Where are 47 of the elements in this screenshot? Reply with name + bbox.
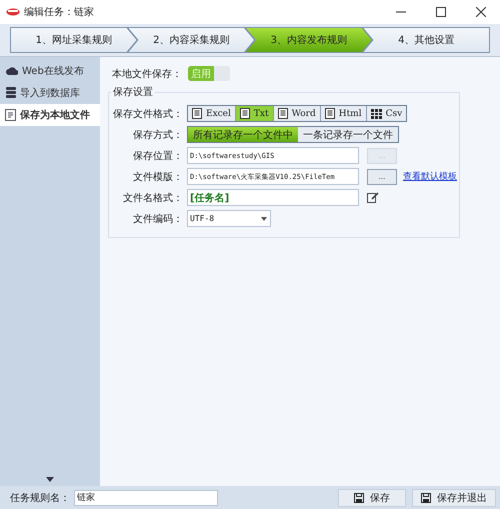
grid-icon	[370, 108, 382, 118]
format-option[interactable]: Word	[274, 106, 321, 121]
mode-option[interactable]: 一条记录存一个文件	[298, 127, 398, 142]
browse-button[interactable]: ...	[367, 168, 397, 184]
default-template-link[interactable]: 查看默认模板	[403, 170, 457, 183]
step-tab[interactable]: 1、网址采集规则	[11, 28, 136, 52]
field-label: 文件名格式：	[122, 192, 183, 204]
document-icon	[324, 108, 335, 119]
sidebar-item[interactable]: Web在线发布	[0, 60, 100, 82]
database-icon	[6, 87, 16, 99]
document-icon	[240, 108, 250, 119]
document-icon	[192, 108, 202, 119]
sidebar-item[interactable]: 保存为本地文件	[0, 104, 100, 126]
edit-icon[interactable]	[367, 192, 379, 203]
caret-icon	[261, 216, 267, 220]
field-label: 任务规则名：	[10, 492, 70, 504]
encoding-dropdown[interactable]: UTF-8	[187, 210, 271, 227]
cloud-icon	[6, 66, 18, 76]
format-option[interactable]: Csv	[366, 106, 406, 121]
floppy-icon	[354, 492, 364, 502]
format-option[interactable]: Excel	[188, 106, 236, 121]
window-title: 编辑任务：链家	[24, 6, 94, 19]
input-field[interactable]: [任务名]	[187, 189, 359, 206]
document-icon	[278, 108, 288, 119]
app-icon	[6, 7, 20, 17]
field-label: 文件模版：	[132, 170, 183, 184]
file-icon	[5, 109, 16, 121]
save-button[interactable]: 保存并退出	[412, 488, 496, 506]
input-field[interactable]: 链家	[74, 490, 218, 506]
sidebar-item[interactable]: 导入到数据库	[0, 82, 100, 104]
scroll-down-icon[interactable]	[46, 477, 54, 482]
group-title: 保存设置	[111, 85, 155, 99]
field-label: 本地文件保存：	[112, 68, 182, 80]
field-label: 保存文件格式：	[112, 108, 183, 120]
mode-option[interactable]: 所有记录存一个文件中	[188, 127, 298, 142]
step-tab[interactable]: 3、内容发布规则	[246, 28, 372, 52]
floppy-icon	[421, 492, 431, 502]
format-option[interactable]: Txt	[236, 106, 274, 121]
field-label: 保存位置：	[132, 150, 183, 162]
field-label: 保存方式：	[132, 128, 183, 142]
field-label: 文件编码：	[132, 212, 183, 226]
close-icon[interactable]	[476, 7, 486, 17]
maximize-icon[interactable]	[436, 7, 446, 17]
save-button[interactable]: 保存	[338, 488, 406, 506]
format-option[interactable]: Html	[320, 106, 367, 121]
step-tab[interactable]: 2、内容采集规则	[128, 28, 254, 52]
step-tab[interactable]: 4、其他设置	[364, 28, 489, 52]
